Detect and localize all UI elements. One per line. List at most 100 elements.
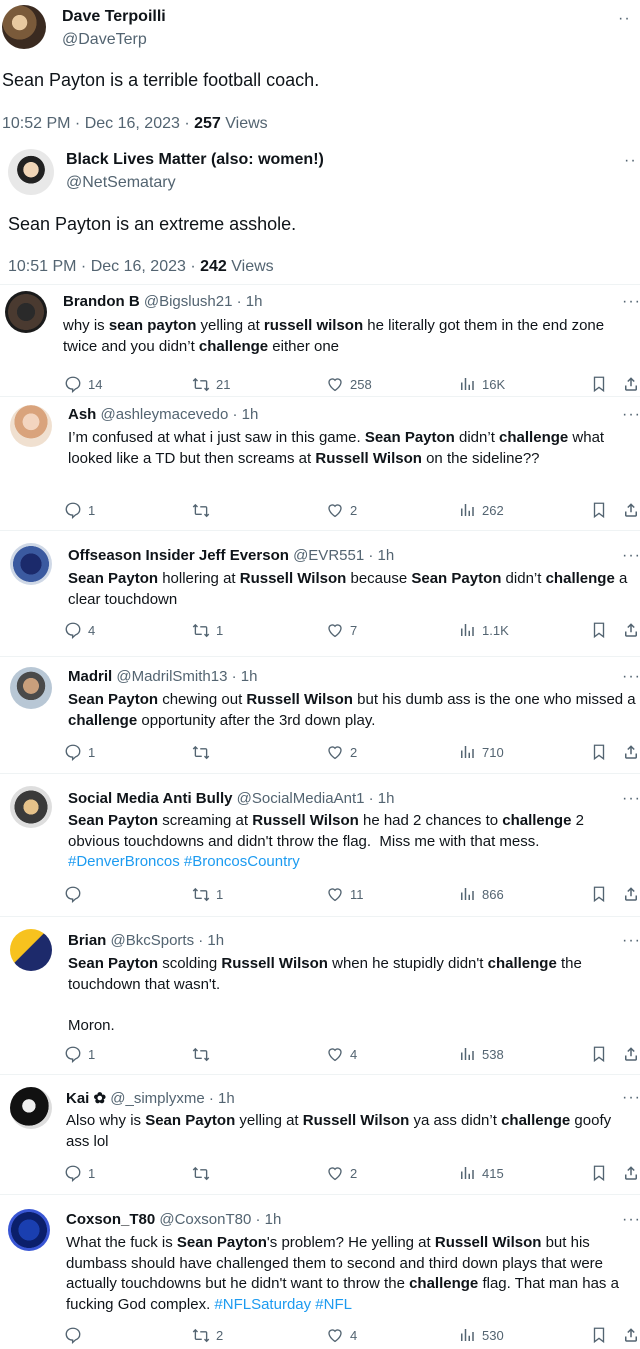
like-button[interactable]: 4 — [326, 1045, 357, 1063]
author-name[interactable]: Offseason Insider Jeff Everson — [68, 547, 289, 564]
author-name[interactable]: Kai ✿ — [66, 1090, 106, 1107]
retweet-button[interactable] — [192, 1045, 216, 1063]
timestamp[interactable]: 10:52 PM · Dec 16, 2023 · — [2, 115, 190, 132]
author-handle[interactable]: @ashleymacevedo · 1h — [101, 406, 259, 423]
share-icon[interactable] — [622, 375, 640, 393]
like-button[interactable]: 2 — [326, 1164, 357, 1182]
bookmark-icon[interactable] — [590, 1045, 608, 1063]
more-icon[interactable]: ··· — [622, 406, 640, 424]
more-icon[interactable]: ··· — [622, 1089, 640, 1107]
retweet-button[interactable] — [192, 1164, 216, 1182]
more-icon[interactable]: ··· — [622, 668, 640, 686]
retweet-button[interactable]: 1 — [192, 621, 223, 639]
bookmark-icon[interactable] — [590, 1164, 608, 1182]
author-name[interactable]: Black Lives Matter (also: women!) — [66, 151, 324, 169]
reply-tweet[interactable]: Coxson_T80 @CoxsonT80 · 1h ··· What the fu… — [0, 1194, 640, 1348]
reply-button[interactable]: 14 — [64, 375, 102, 393]
reply-button[interactable] — [64, 1326, 88, 1344]
views-button[interactable]: 262 — [458, 501, 504, 519]
avatar[interactable] — [10, 929, 52, 971]
views-button[interactable]: 710 — [458, 743, 504, 761]
avatar[interactable] — [10, 667, 52, 709]
reply-tweet[interactable]: Kai ✿ @_simplyxme · 1h ··· Also why is Sea… — [0, 1074, 640, 1195]
reply-tweet[interactable]: Offseason Insider Jeff Everson @EVR551 ·… — [0, 530, 640, 657]
reply-tweet[interactable]: Ash @ashleymacevedo · 1h ··· I’m confused … — [0, 396, 640, 531]
share-icon[interactable] — [622, 501, 640, 519]
timestamp[interactable]: 10:51 PM · Dec 16, 2023 · — [8, 258, 196, 275]
author-handle[interactable]: @NetSematary — [66, 174, 176, 192]
share-icon[interactable] — [622, 1164, 640, 1182]
bookmark-icon[interactable] — [590, 621, 608, 639]
author-name[interactable]: Coxson_T80 — [66, 1211, 155, 1228]
avatar[interactable] — [10, 786, 52, 828]
avatar[interactable] — [10, 1087, 52, 1129]
hashtag-link[interactable]: #NFLSaturday #NFL — [214, 1296, 352, 1313]
reply-tweet[interactable]: Madril @MadrilSmith13 · 1h ··· Sean Payton… — [0, 656, 640, 774]
author-handle[interactable]: @BkcSports · 1h — [111, 932, 225, 949]
reply-tweet[interactable]: Brian @BkcSports · 1h ··· Sean Payton scol… — [0, 916, 640, 1075]
share-icon[interactable] — [622, 1326, 640, 1344]
avatar[interactable] — [8, 1209, 50, 1251]
author-handle[interactable]: @_simplyxme · 1h — [110, 1090, 234, 1107]
more-icon[interactable]: ··· — [622, 547, 640, 565]
more-icon[interactable]: ··· — [622, 932, 640, 950]
views-button[interactable]: 866 — [458, 885, 504, 903]
avatar[interactable] — [8, 149, 54, 195]
bookmark-icon[interactable] — [590, 885, 608, 903]
author-name[interactable]: Madril — [68, 668, 112, 685]
retweet-button[interactable]: 21 — [192, 375, 230, 393]
share-icon[interactable] — [622, 621, 640, 639]
main-tweet-1[interactable]: Dave Terpoilli @DaveTerp ·· Sean Payton … — [0, 0, 640, 142]
author-name[interactable]: Social Media Anti Bully — [68, 790, 232, 807]
share-icon[interactable] — [622, 885, 640, 903]
share-icon[interactable] — [622, 743, 640, 761]
like-button[interactable]: 2 — [326, 743, 357, 761]
reply-button[interactable]: 1 — [64, 1045, 95, 1063]
bookmark-icon[interactable] — [590, 1326, 608, 1344]
reply-button[interactable]: 1 — [64, 501, 95, 519]
more-icon[interactable]: ··· — [622, 1211, 640, 1229]
main-tweet-2[interactable]: Black Lives Matter (also: women!) @NetSe… — [0, 142, 640, 284]
avatar[interactable] — [2, 5, 46, 49]
reply-button[interactable] — [64, 885, 88, 903]
share-icon[interactable] — [622, 1045, 640, 1063]
retweet-button[interactable] — [192, 501, 216, 519]
avatar[interactable] — [10, 405, 52, 447]
reply-button[interactable]: 1 — [64, 743, 95, 761]
reply-button[interactable]: 1 — [64, 1164, 95, 1182]
bookmark-icon[interactable] — [590, 501, 608, 519]
retweet-button[interactable] — [192, 743, 216, 761]
avatar[interactable] — [10, 543, 52, 585]
bookmark-icon[interactable] — [590, 743, 608, 761]
author-name[interactable]: Dave Terpoilli — [62, 8, 166, 26]
more-icon[interactable]: ·· — [618, 10, 631, 28]
views-button[interactable]: 538 — [458, 1045, 504, 1063]
author-name[interactable]: Brian — [68, 932, 106, 949]
like-button[interactable]: 2 — [326, 501, 357, 519]
author-handle[interactable]: @DaveTerp — [62, 31, 147, 49]
views-button[interactable]: 1.1K — [458, 621, 509, 639]
retweet-button[interactable]: 1 — [192, 885, 223, 903]
author-handle[interactable]: @EVR551 · 1h — [293, 547, 394, 564]
more-icon[interactable]: ·· — [624, 152, 637, 170]
avatar[interactable] — [5, 291, 47, 333]
like-button[interactable]: 258 — [326, 375, 372, 393]
author-handle[interactable]: @SocialMediaAnt1 · 1h — [237, 790, 395, 807]
author-name[interactable]: Ash — [68, 406, 96, 423]
author-handle[interactable]: @Bigslush21 · 1h — [144, 293, 263, 310]
reply-tweet[interactable]: Brandon B @Bigslush21 · 1h ··· why is sean… — [0, 284, 640, 397]
more-icon[interactable]: ··· — [622, 293, 640, 311]
retweet-button[interactable]: 2 — [192, 1326, 223, 1344]
author-handle[interactable]: @CoxsonT80 · 1h — [159, 1211, 281, 1228]
views-button[interactable]: 16K — [458, 375, 505, 393]
bookmark-icon[interactable] — [590, 375, 608, 393]
reply-button[interactable]: 4 — [64, 621, 95, 639]
hashtag-link[interactable]: #DenverBroncos #BroncosCountry — [68, 853, 300, 870]
author-name[interactable]: Brandon B — [63, 293, 140, 310]
author-handle[interactable]: @MadrilSmith13 · 1h — [116, 668, 257, 685]
like-button[interactable]: 4 — [326, 1326, 357, 1344]
reply-tweet[interactable]: Social Media Anti Bully @SocialMediaAnt1… — [0, 773, 640, 917]
more-icon[interactable]: ··· — [622, 790, 640, 808]
like-button[interactable]: 7 — [326, 621, 357, 639]
views-button[interactable]: 530 — [458, 1326, 504, 1344]
